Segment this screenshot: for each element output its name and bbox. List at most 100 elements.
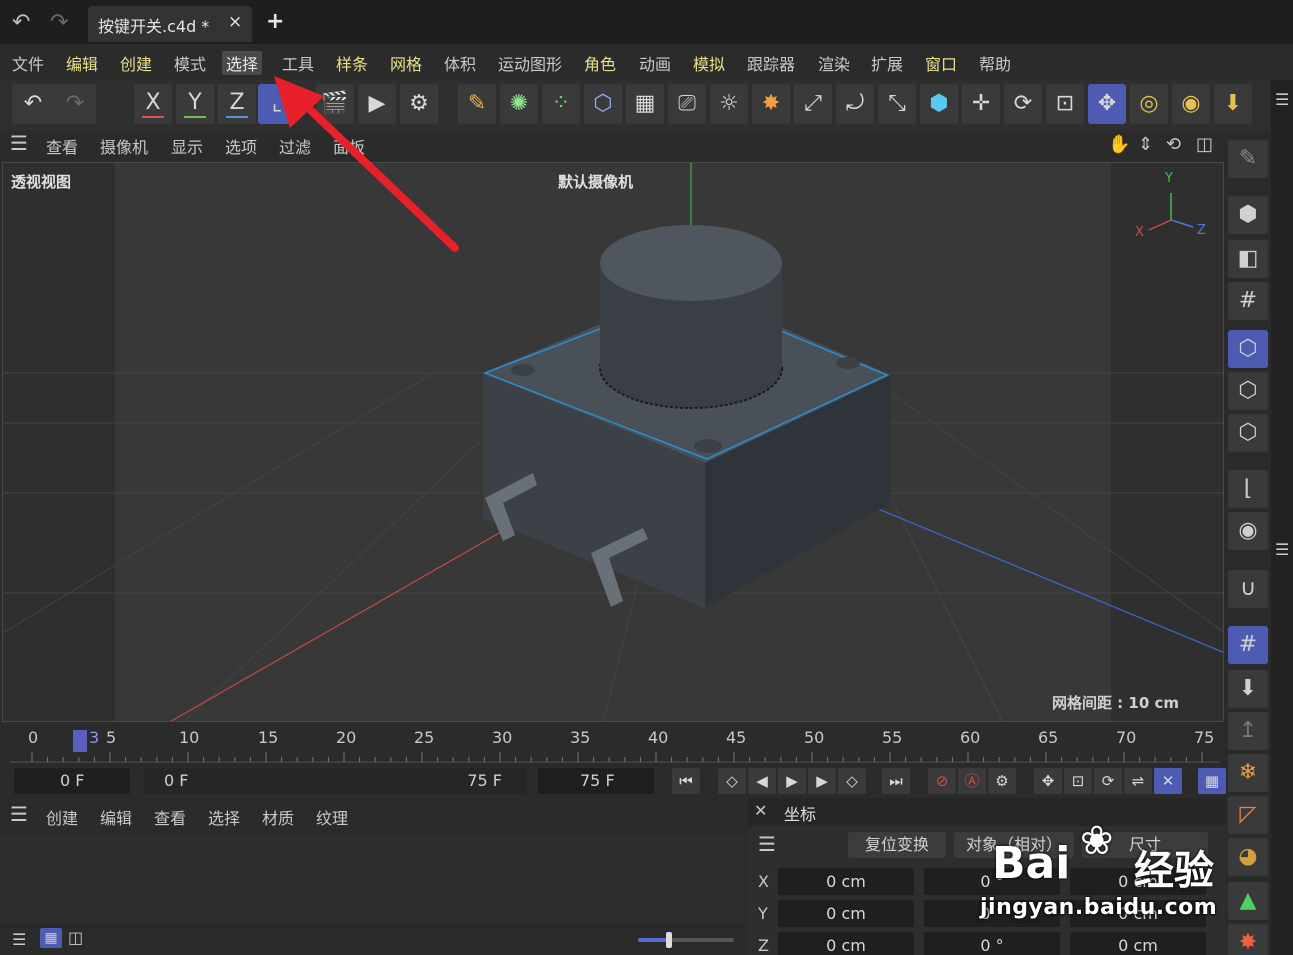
menu-render[interactable]: 渲染: [814, 51, 854, 75]
size-z-field[interactable]: 0 cm: [1070, 932, 1206, 955]
position-z-field[interactable]: 0 cm: [778, 932, 914, 955]
live-select-icon[interactable]: ◎: [1130, 84, 1168, 124]
close-icon[interactable]: ✕: [754, 801, 767, 820]
document-tab[interactable]: 按键开关.c4d * ×: [88, 6, 252, 42]
move-icon[interactable]: ✛: [962, 84, 1000, 124]
make-editable-icon[interactable]: ⬢: [1228, 196, 1268, 234]
triangle-icon[interactable]: ▲: [1228, 882, 1268, 920]
add-tab-icon[interactable]: +: [266, 9, 284, 34]
material-menu-select[interactable]: 选择: [208, 805, 240, 829]
menu-help[interactable]: 帮助: [975, 51, 1015, 75]
rotate-icon[interactable]: ⟳: [1004, 84, 1042, 124]
camera-icon[interactable]: ⎚: [668, 84, 706, 124]
size-x-field[interactable]: 0 cm: [1070, 868, 1206, 895]
scale-icon[interactable]: ⊡: [1046, 84, 1084, 124]
menu-animate[interactable]: 动画: [635, 51, 675, 75]
x-axis-lock-button[interactable]: X: [134, 84, 172, 124]
magnet-icon[interactable]: ∪: [1228, 570, 1268, 608]
material-menu-create[interactable]: 创建: [46, 805, 78, 829]
menu-mode[interactable]: 模式: [170, 51, 210, 75]
key-settings-icon[interactable]: ⚙: [988, 768, 1016, 794]
viewport-menu-options[interactable]: 选项: [225, 134, 257, 158]
menu-select[interactable]: 选择: [222, 51, 263, 75]
grid-snap-icon[interactable]: #: [1228, 282, 1268, 320]
z-axis-lock-button[interactable]: Z: [218, 84, 256, 124]
uv-mode-icon[interactable]: ⤡: [878, 84, 916, 124]
play-icon[interactable]: ▶: [778, 768, 806, 794]
grid-view-icon[interactable]: ▦: [40, 928, 62, 948]
drop-icon[interactable]: ⬇: [1228, 670, 1268, 708]
menu-file[interactable]: 文件: [8, 51, 48, 75]
end-frame-field[interactable]: 75 F: [538, 768, 654, 794]
next-frame-icon[interactable]: ▶: [808, 768, 836, 794]
key-pla-icon[interactable]: ✕: [1154, 768, 1182, 794]
menu-tracker[interactable]: 跟踪器: [743, 51, 799, 75]
cube-primitive-icon[interactable]: ✺: [500, 84, 538, 124]
deformer-icon[interactable]: ⬡: [584, 84, 622, 124]
prev-key-icon[interactable]: ◇: [718, 768, 746, 794]
go-to-start-icon[interactable]: ⏮: [672, 768, 700, 794]
panel-menu-icon[interactable]: ☰: [1275, 90, 1289, 109]
rect-select-icon[interactable]: ◉: [1172, 84, 1210, 124]
polygons-mode-icon[interactable]: ⤾: [836, 84, 874, 124]
large-view-icon[interactable]: ◫: [68, 928, 83, 947]
position-x-field[interactable]: 0 cm: [778, 868, 914, 895]
snap-icon[interactable]: #: [1228, 626, 1268, 664]
light-icon[interactable]: ☼: [710, 84, 748, 124]
perspective-viewport[interactable]: 透视视图 默认摄像机 网格间距 : 10 cm Y X Z: [2, 162, 1224, 722]
visibility-icon[interactable]: ◉: [1228, 512, 1268, 550]
menu-simulate[interactable]: 模拟: [689, 51, 729, 75]
rotation-h-field[interactable]: 0 °: [924, 868, 1060, 895]
orbit-icon[interactable]: ⟲: [1166, 134, 1181, 155]
floor-icon[interactable]: ▦: [626, 84, 664, 124]
viewport-menu-view[interactable]: 查看: [46, 134, 78, 158]
drop-to-floor-icon[interactable]: ⬇: [1214, 84, 1252, 124]
size-mode-select[interactable]: 尺寸: [1082, 832, 1208, 858]
menu-character[interactable]: 角色: [580, 51, 620, 75]
snowflake-icon[interactable]: ❄: [1228, 754, 1268, 792]
menu-edit[interactable]: 编辑: [62, 51, 102, 75]
pan-icon[interactable]: ✋: [1108, 134, 1130, 155]
timeline-ruler[interactable]: 3 0 5 10 15 20 25 30 35 40 45 50 55 60 6…: [0, 724, 1225, 764]
corner-icon[interactable]: ◸: [1228, 796, 1268, 834]
autokey-icon[interactable]: Ⓐ: [958, 768, 986, 794]
menu-window[interactable]: 窗口: [921, 51, 961, 75]
panel-menu-icon-2[interactable]: ☰: [1275, 540, 1289, 559]
undo-button[interactable]: ↶: [12, 84, 54, 124]
key-scale-icon[interactable]: ⊡: [1064, 768, 1092, 794]
go-to-end-icon[interactable]: ⏭: [882, 768, 910, 794]
object-mode-icon[interactable]: ◧: [1228, 240, 1268, 278]
move-tool-icon[interactable]: ✥: [1088, 84, 1126, 124]
close-icon[interactable]: ×: [228, 12, 242, 32]
viewport-camera-label[interactable]: 默认摄像机: [558, 171, 633, 192]
model-mode-icon[interactable]: ⬢: [920, 84, 958, 124]
viewport-menu-display[interactable]: 显示: [171, 134, 203, 158]
dolly-icon[interactable]: ⇕: [1138, 134, 1153, 155]
material-menu-texture[interactable]: 纹理: [316, 805, 348, 829]
points-mode-icon[interactable]: ✸: [752, 84, 790, 124]
hamburger-icon[interactable]: ☰: [10, 131, 28, 155]
explode-icon[interactable]: ✸: [1228, 924, 1268, 955]
prev-frame-icon[interactable]: ◀: [748, 768, 776, 794]
rotation-b-field[interactable]: 0 °: [924, 932, 1060, 955]
key-rotation-icon[interactable]: ⟳: [1094, 768, 1122, 794]
timeline-menu-icon[interactable]: ▦: [1198, 768, 1226, 794]
redo-icon[interactable]: ↷: [50, 10, 68, 35]
material-menu-view[interactable]: 查看: [154, 805, 186, 829]
record-icon[interactable]: ⊘: [928, 768, 956, 794]
polygons-icon[interactable]: ⬡: [1228, 414, 1268, 452]
thumbnail-size-slider[interactable]: [638, 932, 734, 948]
position-y-field[interactable]: 0 cm: [778, 900, 914, 927]
maximize-view-icon[interactable]: ◫: [1196, 134, 1213, 155]
cloner-icon[interactable]: ⁘: [542, 84, 580, 124]
frame-range-slider[interactable]: 0 F 75 F: [144, 768, 526, 794]
edges-icon[interactable]: ⬡: [1228, 372, 1268, 410]
material-menu-edit[interactable]: 编辑: [100, 805, 132, 829]
plugin-icon[interactable]: ◕: [1228, 838, 1268, 876]
key-position-icon[interactable]: ✥: [1034, 768, 1062, 794]
redo-button[interactable]: ↷: [54, 84, 96, 124]
edit-icon[interactable]: ✎: [1228, 140, 1268, 178]
undo-icon[interactable]: ↶: [12, 10, 30, 35]
current-frame-field[interactable]: 0 F: [14, 768, 130, 794]
next-key-icon[interactable]: ◇: [838, 768, 866, 794]
